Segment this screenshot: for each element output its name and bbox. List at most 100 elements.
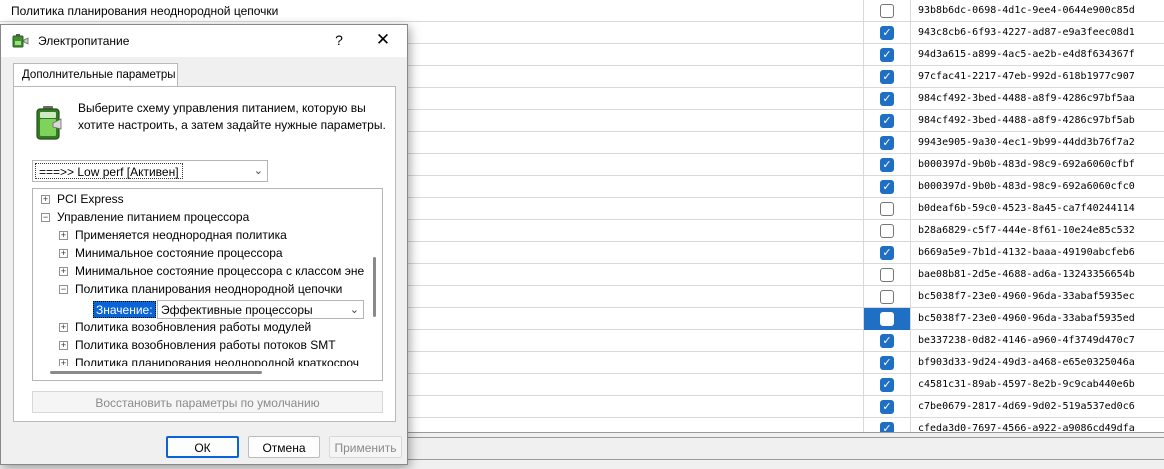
visibility-checkbox[interactable]: ✓	[880, 334, 894, 348]
visibility-cell: ✓	[864, 22, 911, 44]
guid-cell: b669a5e9-7b1d-4132-baaa-49190abcfeb6	[918, 247, 1135, 258]
horizontal-scrollbar[interactable]	[33, 366, 382, 380]
visibility-checkbox[interactable]: ✓	[880, 158, 894, 172]
expand-icon[interactable]: +	[59, 267, 68, 276]
expand-icon[interactable]: +	[41, 195, 50, 204]
visibility-cell: ✓	[864, 110, 911, 132]
expand-icon[interactable]: +	[59, 341, 68, 350]
visibility-checkbox[interactable]: ✓	[880, 92, 894, 106]
visibility-checkbox[interactable]	[880, 312, 894, 326]
visibility-cell: ✓	[864, 88, 911, 110]
guid-cell: c7be0679-2817-4d69-9d02-519a537ed0c6	[918, 401, 1135, 412]
tree-node-label: Минимальное состояние процессора	[75, 246, 283, 260]
visibility-checkbox[interactable]: ✓	[880, 136, 894, 150]
value-label: Значение:	[93, 301, 156, 318]
collapse-icon[interactable]: −	[41, 213, 50, 222]
visibility-cell: ✓	[864, 44, 911, 66]
setting-value-dropdown[interactable]: Эффективные процессоры ⌄	[157, 300, 364, 319]
visibility-cell	[864, 0, 911, 22]
tree-node-label: Политика возобновления работы модулей	[75, 320, 312, 334]
visibility-checkbox[interactable]: ✓	[880, 180, 894, 194]
advanced-settings-panel: Выберите схему управления питанием, кото…	[13, 86, 396, 422]
power-scheme-dropdown[interactable]: ===>> Low perf [Активен] ⌄	[32, 160, 268, 182]
visibility-cell: ✓	[864, 374, 911, 396]
ok-button[interactable]: ОК	[166, 436, 239, 458]
guid-cell: 97cfac41-2217-47eb-992d-618b1977c907	[918, 71, 1135, 82]
visibility-cell: ✓	[864, 242, 911, 264]
visibility-checkbox[interactable]: ✓	[880, 26, 894, 40]
setting-value: Эффективные процессоры	[161, 303, 313, 317]
tab-advanced-settings[interactable]: Дополнительные параметры	[13, 63, 178, 87]
visibility-checkbox[interactable]: ✓	[880, 246, 894, 260]
visibility-cell	[864, 308, 911, 330]
visibility-checkbox[interactable]	[880, 202, 894, 216]
visibility-checkbox[interactable]: ✓	[880, 48, 894, 62]
guid-cell: bc5038f7-23e0-4960-96da-33abaf5935ed	[918, 313, 1135, 324]
guid-cell: be337238-0d82-4146-a960-4f3749d470c7	[918, 335, 1135, 346]
visibility-checkbox[interactable]: ✓	[880, 400, 894, 414]
visibility-cell: ✓	[864, 330, 911, 352]
guid-cell: 943c8cb6-6f93-4227-ad87-e9a3feec08d1	[918, 27, 1135, 38]
visibility-checkbox[interactable]: ✓	[880, 356, 894, 370]
guid-cell: b000397d-9b0b-483d-98c9-692a6060cfbf	[918, 159, 1135, 170]
help-button[interactable]: ?	[325, 28, 353, 52]
visibility-cell	[864, 220, 911, 242]
settings-tree[interactable]: + PCI Express − Управление питанием процесс…	[32, 188, 383, 381]
visibility-cell	[864, 264, 911, 286]
visibility-checkbox[interactable]	[880, 290, 894, 304]
restore-defaults-button[interactable]: Восстановить параметры по умолчанию	[32, 391, 383, 413]
guid-cell: 984cf492-3bed-4488-a8f9-4286c97bf5aa	[918, 93, 1135, 104]
visibility-cell: ✓	[864, 132, 911, 154]
visibility-cell: ✓	[864, 66, 911, 88]
vertical-scrollbar-thumb[interactable]	[373, 257, 376, 317]
guid-cell: 94d3a615-a899-4ac5-ae2b-e4d8f634367f	[918, 49, 1135, 60]
visibility-cell: ✓	[864, 396, 911, 418]
visibility-checkbox[interactable]	[880, 4, 894, 18]
intro-text: Выберите схему управления питанием, кото…	[78, 101, 386, 132]
power-options-icon	[12, 34, 29, 48]
guid-cell: b0deaf6b-59c0-4523-8a45-ca7f40244114	[918, 203, 1135, 214]
guid-cell: c4581c31-89ab-4597-8e2b-9c9cab440e6b	[918, 379, 1135, 390]
chevron-down-icon: ⌄	[253, 165, 263, 177]
title-bar[interactable]: Электропитание ? ✕	[1, 25, 407, 57]
visibility-cell	[864, 286, 911, 308]
table-row[interactable]: Политика планирования неоднородной цепоч…	[0, 0, 1164, 22]
expand-icon[interactable]: +	[59, 249, 68, 258]
visibility-checkbox[interactable]: ✓	[880, 114, 894, 128]
visibility-checkbox[interactable]	[880, 268, 894, 282]
vertical-scrollbar[interactable]	[368, 189, 382, 367]
guid-cell: b28a6829-c5f7-444e-8f61-10e24e85c532	[918, 225, 1135, 236]
tree-node-label: Применяется неоднородная политика	[75, 228, 287, 242]
battery-icon	[36, 106, 62, 140]
setting-name-cell: Политика планирования неоднородной цепоч…	[0, 0, 864, 22]
collapse-icon[interactable]: −	[59, 285, 68, 294]
visibility-cell: ✓	[864, 176, 911, 198]
guid-cell: 984cf492-3bed-4488-a8f9-4286c97bf5ab	[918, 115, 1135, 126]
window-title: Электропитание	[38, 34, 130, 48]
guid-cell: 93b8b6dc-0698-4d1c-9ee4-0644e900c85d	[918, 5, 1135, 16]
visibility-checkbox[interactable]	[880, 224, 894, 238]
tree-node-label: Политика возобновления работы потоков SM…	[75, 338, 336, 352]
tree-node-label: PCI Express	[57, 192, 124, 206]
tree-node-label: Минимальное состояние процессора с класс…	[75, 264, 365, 278]
visibility-cell	[864, 198, 911, 220]
guid-cell: bae08b81-2d5e-4688-ad6a-13243356654b	[918, 269, 1135, 280]
visibility-checkbox[interactable]: ✓	[880, 378, 894, 392]
guid-cell: bc5038f7-23e0-4960-96da-33abaf5935ec	[918, 291, 1135, 302]
guid-cell: 9943e905-9a30-4ec1-9b99-44dd3b76f7a2	[918, 137, 1135, 148]
expand-icon[interactable]: +	[59, 323, 68, 332]
tree-node-label: Политика планирования неоднородной цепоч…	[75, 282, 343, 296]
guid-cell: bf903d33-9d24-49d3-a468-e65e0325046a	[918, 357, 1135, 368]
horizontal-scrollbar-thumb[interactable]	[50, 371, 262, 374]
cancel-button[interactable]: Отмена	[248, 436, 320, 458]
visibility-checkbox[interactable]: ✓	[880, 70, 894, 84]
chevron-down-icon: ⌄	[349, 304, 359, 316]
expand-icon[interactable]: +	[59, 231, 68, 240]
tree-node-label: Управление питанием процессора	[57, 210, 250, 224]
power-scheme-value: ===>> Low perf [Активен]	[35, 163, 183, 179]
apply-button[interactable]: Применить	[329, 436, 402, 458]
visibility-cell: ✓	[864, 154, 911, 176]
power-options-dialog: Электропитание ? ✕ Дополнительные параме…	[0, 24, 408, 465]
close-button[interactable]: ✕	[367, 28, 399, 52]
guid-cell: b000397d-9b0b-483d-98c9-692a6060cfc0	[918, 181, 1135, 192]
